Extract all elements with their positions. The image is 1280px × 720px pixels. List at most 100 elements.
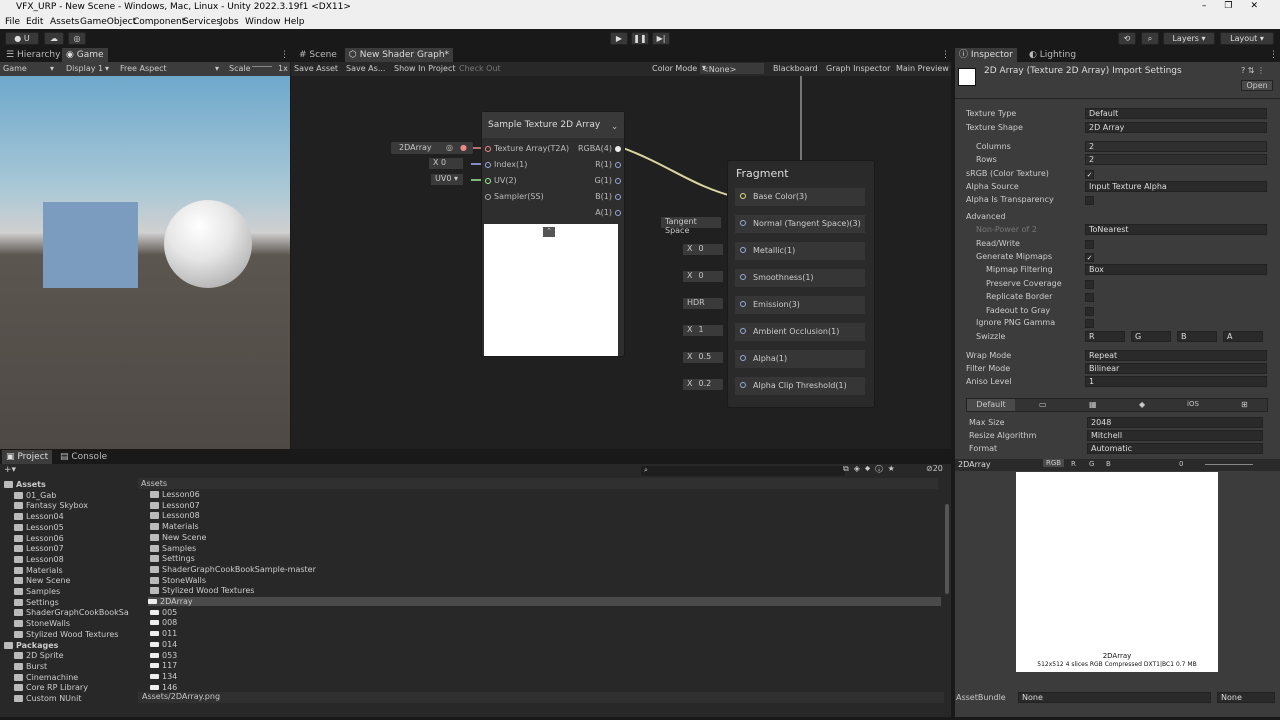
menu-edit[interactable]: Edit (26, 17, 43, 27)
inspector-field[interactable]: 1 (1085, 376, 1267, 387)
menu-jobs[interactable]: Jobs (220, 17, 239, 27)
account-button[interactable]: ● U (5, 32, 39, 45)
inspector-field[interactable]: Box (1085, 264, 1267, 275)
index-input-field[interactable]: X 0 (429, 158, 463, 169)
tab-game[interactable]: ◉ Game (62, 48, 108, 62)
fragment-port-0[interactable]: Base Color(3) (735, 188, 865, 206)
port-b[interactable]: B(1) (595, 192, 624, 201)
tree-item[interactable]: Materials (14, 566, 63, 575)
grid-icon[interactable]: ▦ (1089, 400, 1097, 409)
inspector-field[interactable]: 2D Array (1085, 122, 1267, 133)
check-out-button[interactable]: Check Out (459, 64, 501, 73)
tree-item[interactable]: Stylized Wood Textures (14, 630, 118, 639)
r-toggle[interactable]: R (1071, 460, 1076, 468)
tab-shader-graph[interactable]: ⬡ New Shader Graph* (345, 48, 454, 62)
file-item[interactable]: 146 (150, 683, 177, 692)
tree-item[interactable]: Assets (4, 480, 46, 489)
tree-item[interactable]: Lesson04 (14, 512, 64, 521)
tab-project[interactable]: ▣ Project (2, 450, 53, 464)
port-dot-icon[interactable] (740, 382, 746, 388)
android-icon[interactable]: ◆ (1139, 400, 1145, 409)
file-item[interactable]: 134 (150, 672, 177, 681)
color-mode-dropdown[interactable]: <None> ▾ (700, 63, 764, 74)
display-dropdown[interactable]: Display 1 (66, 64, 103, 73)
resize-dropdown[interactable]: Mitchell (1087, 430, 1263, 441)
inspector-checkbox[interactable] (1085, 293, 1094, 302)
tree-item[interactable]: 2D Sprite (14, 651, 64, 660)
tab-default-platform[interactable]: Default (967, 399, 1015, 411)
port-index[interactable]: Index(1) (482, 160, 527, 169)
inspector-field[interactable]: Default (1085, 108, 1267, 119)
file-item[interactable]: 053 (150, 651, 177, 660)
file-item[interactable]: New Scene (150, 533, 206, 542)
history-icon[interactable]: ⟲ (1118, 32, 1136, 45)
port-dot-icon[interactable] (740, 328, 746, 334)
blackboard-toggle[interactable]: Blackboard (773, 64, 818, 73)
fragment-port-5[interactable]: Ambient Occlusion(1) (735, 323, 865, 341)
menu-component[interactable]: Component (133, 17, 185, 27)
file-item[interactable]: 2DArray (148, 597, 941, 606)
file-item[interactable]: Lesson08 (150, 511, 200, 520)
port-input-field[interactable]: X0 (683, 244, 723, 255)
port-dot-icon[interactable] (740, 274, 746, 280)
tree-item[interactable]: Lesson06 (14, 534, 64, 543)
fragment-port-7[interactable]: Alpha Clip Threshold(1) (735, 377, 865, 395)
file-item[interactable]: StoneWalls (150, 576, 206, 585)
menu-gameobject[interactable]: GameObject (80, 17, 136, 27)
inspector-field[interactable]: Input Texture Alpha (1085, 181, 1267, 192)
port-rgba[interactable]: RGBA(4) (578, 144, 624, 153)
file-item[interactable]: ShaderGraphCookBookSample-master (150, 565, 316, 574)
tree-item[interactable]: 01_Gab (14, 491, 56, 500)
tab-ios[interactable]: iOS (1187, 400, 1199, 408)
inspector-field[interactable]: Repeat (1085, 350, 1267, 361)
play-button[interactable]: ▶ (610, 32, 628, 45)
tab-hierarchy[interactable]: ☰ Hierarchy (2, 48, 64, 62)
breadcrumb[interactable]: Assets (138, 478, 938, 489)
tree-item[interactable]: New Scene (14, 576, 70, 585)
collapse-preview-icon[interactable]: ⌃ (543, 227, 555, 237)
tab-lighting[interactable]: ◐ Lighting (1025, 48, 1080, 62)
tree-item[interactable]: Burst (14, 662, 47, 671)
file-item[interactable]: 005 (150, 608, 177, 617)
format-dropdown[interactable]: Automatic (1087, 443, 1263, 454)
inspector-field[interactable]: 2 (1085, 154, 1267, 165)
rgb-toggle[interactable]: RGB (1043, 459, 1065, 467)
port-input-field[interactable]: X1 (683, 325, 723, 336)
layers-dropdown[interactable]: Layers ▾ (1163, 32, 1215, 45)
file-item[interactable]: Materials (150, 522, 199, 531)
tree-item[interactable]: StoneWalls (14, 619, 70, 628)
max-size-dropdown[interactable]: 2048 (1087, 417, 1263, 428)
inspector-checkbox[interactable] (1085, 240, 1094, 249)
menu-services[interactable]: Services (183, 17, 221, 27)
tree-item[interactable]: Lesson08 (14, 555, 64, 564)
chevron-down-icon[interactable]: ⌄ (611, 122, 618, 131)
tab-menu-icon[interactable]: ⋮ (937, 48, 954, 62)
texture-property-node[interactable]: 2DArray ◎ ● (391, 142, 473, 154)
pause-button[interactable]: ❚❚ (631, 32, 649, 45)
inspector-field[interactable]: ToNearest (1085, 224, 1267, 235)
tree-item[interactable]: Core RP Library (14, 683, 88, 692)
graph-inspector-toggle[interactable]: Graph Inspector (826, 64, 890, 73)
chevron-down-icon[interactable]: ▾ (215, 64, 219, 73)
inspector-field[interactable]: 2 (1085, 141, 1267, 152)
file-item[interactable]: 008 (150, 618, 177, 627)
aspect-dropdown[interactable]: Free Aspect (120, 64, 167, 73)
monitor-icon[interactable]: ▭ (1039, 400, 1047, 409)
variant-dropdown[interactable]: None (1217, 692, 1275, 703)
swizzle-dropdown[interactable]: G (1131, 331, 1171, 342)
tab-scene[interactable]: # Scene (295, 48, 341, 62)
tree-item[interactable]: Samples (14, 587, 60, 596)
tab-menu-icon[interactable]: ⋮ (1265, 48, 1280, 62)
game-view[interactable] (0, 76, 290, 449)
tree-item[interactable]: Lesson07 (14, 544, 64, 553)
inspector-checkbox[interactable] (1085, 307, 1094, 316)
tree-item[interactable]: Cinemachine (14, 673, 78, 682)
port-r[interactable]: R(1) (595, 160, 624, 169)
file-item[interactable]: Lesson07 (150, 501, 200, 510)
scale-slider[interactable] (252, 66, 272, 67)
file-item[interactable]: Stylized Wood Textures (150, 586, 254, 595)
menu-file[interactable]: File (5, 17, 20, 27)
b-toggle[interactable]: B (1106, 460, 1111, 468)
tree-item[interactable]: Settings (14, 598, 59, 607)
file-item[interactable]: Samples (150, 544, 196, 553)
